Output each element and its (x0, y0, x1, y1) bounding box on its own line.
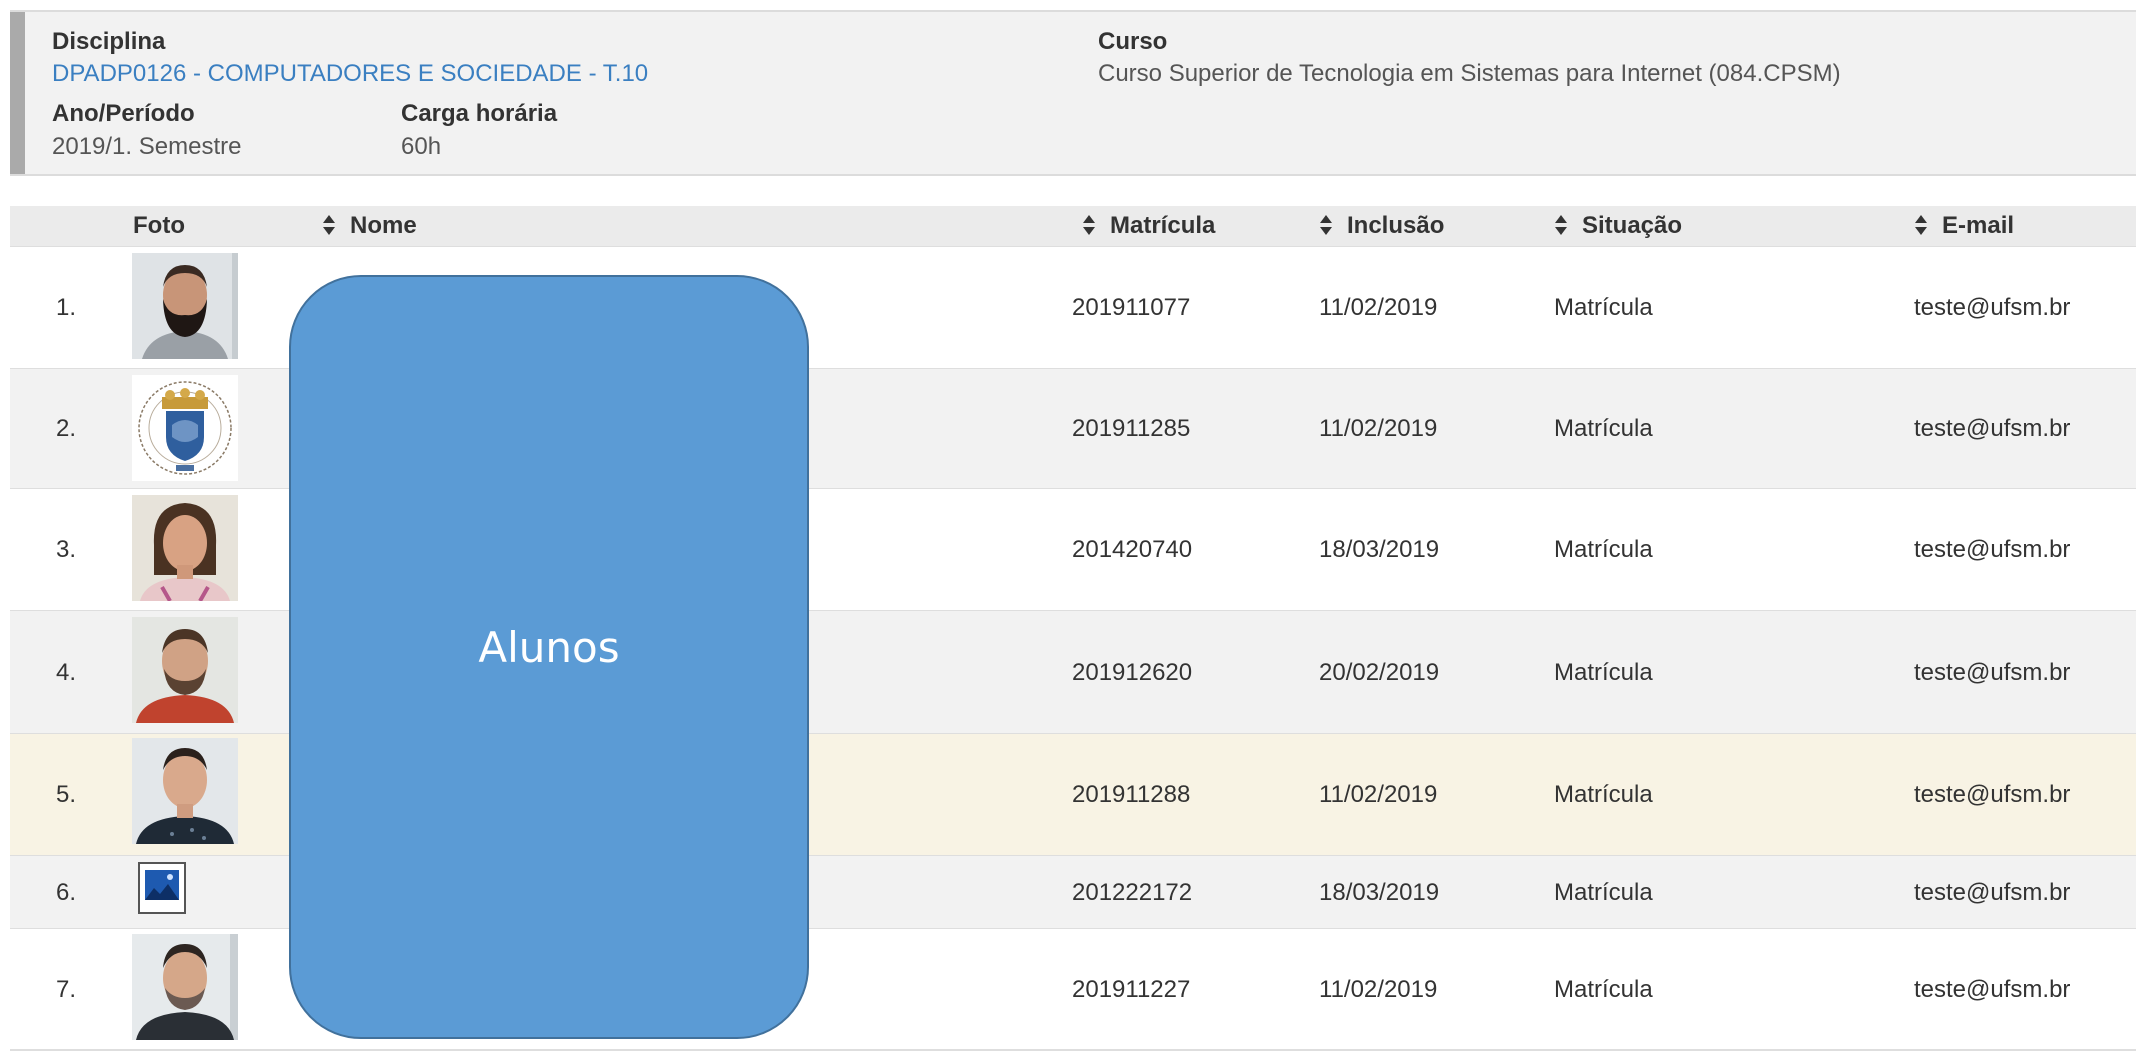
situacao-cell: Matrícula (1554, 781, 1653, 808)
column-header-situacao[interactable]: Situação (1554, 206, 1682, 246)
inclusao-cell: 11/02/2019 (1319, 294, 1438, 321)
email-cell: teste@ufsm.br (1914, 879, 2071, 906)
sort-icon[interactable] (322, 214, 336, 236)
matricula-cell: 201912620 (1072, 659, 1193, 686)
placeholder-image-icon (138, 862, 194, 918)
student-photo (132, 495, 238, 601)
curso-label: Curso (1098, 28, 1168, 55)
carga-horaria-value: 60h (401, 133, 442, 160)
row-number: 2. (56, 415, 77, 442)
email-cell: teste@ufsm.br (1914, 536, 2071, 563)
university-seal-image (132, 375, 238, 481)
matricula-cell: 201420740 (1072, 536, 1193, 563)
row-number: 7. (56, 976, 77, 1003)
sort-icon[interactable] (1319, 214, 1333, 236)
row-number: 3. (56, 536, 77, 563)
inclusao-cell: 11/02/2019 (1319, 781, 1438, 808)
situacao-cell: Matrícula (1554, 659, 1653, 686)
row-number: 5. (56, 781, 77, 808)
situacao-cell: Matrícula (1554, 879, 1653, 906)
inclusao-cell: 18/03/2019 (1319, 879, 1440, 906)
curso-value: Curso Superior de Tecnologia em Sistemas… (1098, 60, 1841, 87)
carga-horaria-label: Carga horária (401, 100, 558, 127)
situacao-cell: Matrícula (1554, 976, 1653, 1003)
inclusao-cell: 11/02/2019 (1319, 976, 1438, 1003)
sort-icon[interactable] (1082, 214, 1096, 236)
names-redaction-overlay: Alunos (289, 275, 809, 1039)
inclusao-cell: 20/02/2019 (1319, 659, 1440, 686)
row-number: 4. (56, 659, 77, 686)
disciplina-link[interactable]: DPADP0126 - COMPUTADORES E SOCIEDADE - T… (52, 60, 648, 88)
row-number: 6. (56, 879, 77, 906)
ano-periodo-label: Ano/Período (52, 100, 195, 127)
matricula-cell: 201911285 (1072, 415, 1191, 442)
situacao-cell: Matrícula (1554, 536, 1653, 563)
column-header-email[interactable]: E-mail (1914, 206, 2014, 246)
disciplina-label: Disciplina (52, 28, 166, 55)
situacao-cell: Matrícula (1554, 294, 1653, 321)
column-header-matricula-label: Matrícula (1110, 212, 1216, 239)
sort-icon[interactable] (1554, 214, 1568, 236)
matricula-cell: 201911077 (1072, 294, 1191, 321)
student-photo (132, 934, 238, 1040)
student-photo (132, 617, 238, 723)
course-info-panel: Disciplina DPADP0126 - COMPUTADORES E SO… (10, 10, 2136, 176)
column-header-nome-label: Nome (350, 212, 417, 239)
email-cell: teste@ufsm.br (1914, 781, 2071, 808)
column-header-matricula[interactable]: Matrícula (1082, 206, 1215, 246)
overlay-label: Alunos (478, 622, 620, 672)
inclusao-cell: 18/03/2019 (1319, 536, 1440, 563)
column-header-foto: Foto (133, 212, 185, 239)
table-header: Foto Nome Matrícula Inclusão Situação E-… (10, 206, 2136, 246)
matricula-cell: 201222172 (1072, 879, 1193, 906)
student-photo (132, 738, 238, 844)
email-cell: teste@ufsm.br (1914, 659, 2071, 686)
email-cell: teste@ufsm.br (1914, 976, 2071, 1003)
email-cell: teste@ufsm.br (1914, 294, 2071, 321)
column-header-inclusao[interactable]: Inclusão (1319, 206, 1444, 246)
matricula-cell: 201911288 (1072, 781, 1191, 808)
panel-accent-bar (10, 12, 25, 174)
matricula-cell: 201911227 (1072, 976, 1191, 1003)
sort-icon[interactable] (1914, 214, 1928, 236)
column-header-situacao-label: Situação (1582, 212, 1683, 239)
email-cell: teste@ufsm.br (1914, 415, 2071, 442)
student-photo (132, 253, 238, 359)
row-number: 1. (56, 294, 77, 321)
situacao-cell: Matrícula (1554, 415, 1653, 442)
column-header-nome[interactable]: Nome (322, 206, 417, 246)
inclusao-cell: 11/02/2019 (1319, 415, 1438, 442)
column-header-email-label: E-mail (1942, 212, 2015, 239)
column-header-inclusao-label: Inclusão (1347, 212, 1445, 239)
ano-periodo-value: 2019/1. Semestre (52, 133, 242, 160)
